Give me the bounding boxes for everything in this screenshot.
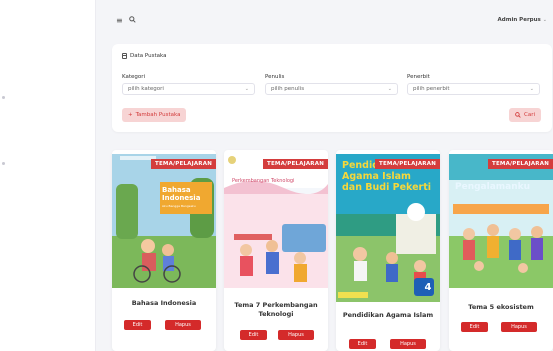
filter-kategori: Kategori pilih kategori ⌄ bbox=[122, 74, 255, 95]
category-badge: TEMA/PELAJARAN bbox=[263, 159, 328, 169]
book-title: Pendidikan Agama Islam bbox=[342, 311, 434, 319]
penerbit-select-value: pilih penerbit bbox=[413, 86, 450, 92]
cover-title: Bahasa Indonesia bbox=[162, 186, 201, 202]
penulis-select[interactable]: pilih penulis ⌄ bbox=[265, 83, 398, 95]
database-icon bbox=[122, 53, 127, 59]
book-card: Pengalamanku TEMA/PELAJARAN Tema 5 ekosi… bbox=[449, 150, 553, 351]
search-button-label: Cari bbox=[524, 112, 535, 118]
add-pustaka-button[interactable]: + Tambah Pustaka bbox=[122, 108, 187, 122]
hamburger-menu-icon[interactable]: ≡ bbox=[116, 16, 123, 26]
penerbit-select[interactable]: pilih penerbit ⌄ bbox=[407, 83, 540, 95]
search-icon bbox=[515, 112, 521, 118]
kategori-select[interactable]: pilih kategori ⌄ bbox=[122, 83, 255, 95]
filter-penulis: Penulis pilih penulis ⌄ bbox=[265, 74, 398, 95]
edit-button[interactable]: Edit bbox=[124, 320, 151, 330]
edit-button[interactable]: Edit bbox=[349, 339, 376, 349]
chevron-down-icon: ⌄ bbox=[529, 86, 534, 92]
chevron-down-icon: ⌄ bbox=[387, 86, 392, 92]
book-cover: Pengalamanku bbox=[449, 154, 553, 288]
cover-volume-number: 4 bbox=[424, 282, 432, 293]
delete-button[interactable]: Hapus bbox=[165, 320, 201, 330]
book-title: Tema 5 ekosistem bbox=[468, 303, 534, 311]
top-bar: ≡ Admin Perpus ⌄ bbox=[108, 14, 553, 34]
category-badge: TEMA/PELAJARAN bbox=[151, 159, 216, 169]
cover-subtitle: Aku Bangga Bangsaku bbox=[162, 204, 196, 208]
filter-label-penulis: Penulis bbox=[265, 74, 285, 80]
filter-penerbit: Penerbit pilih penerbit ⌄ bbox=[407, 74, 540, 95]
filter-label-penerbit: Penerbit bbox=[407, 74, 430, 80]
book-cover: Bahasa Indonesia Aku Bangga Bangsaku bbox=[112, 154, 216, 288]
admin-user-menu[interactable]: Admin Perpus ⌄ bbox=[498, 17, 547, 23]
filter-panel: Data Pustaka Kategori pilih kategori ⌄ P… bbox=[112, 44, 552, 132]
book-cover: Perkembangan Teknologi bbox=[224, 154, 328, 288]
edit-button[interactable]: Edit bbox=[240, 330, 267, 340]
delete-button[interactable]: Hapus bbox=[501, 322, 537, 332]
book-title: Tema 7 Perkembangan Teknologi bbox=[234, 301, 318, 318]
chevron-down-icon: ⌄ bbox=[542, 17, 547, 23]
filter-label-kategori: Kategori bbox=[122, 74, 146, 80]
book-card: Bahasa Indonesia Aku Bangga Bangsaku TEM… bbox=[112, 150, 216, 351]
chevron-down-icon: ⌄ bbox=[244, 86, 249, 92]
book-title: Bahasa Indonesia bbox=[131, 299, 197, 307]
sidebar-marker bbox=[2, 96, 5, 99]
cover-title: Pengalamanku bbox=[455, 182, 531, 192]
delete-button[interactable]: Hapus bbox=[390, 339, 426, 349]
book-card: Perkembangan Teknologi TEMA/PELAJARAN Te… bbox=[224, 150, 328, 351]
kategori-select-value: pilih kategori bbox=[128, 86, 164, 92]
delete-button[interactable]: Hapus bbox=[278, 330, 314, 340]
category-badge: TEMA/PELAJARAN bbox=[488, 159, 553, 169]
book-cover: Pendidikan Agama Islam dan Budi Pekerti … bbox=[336, 154, 440, 302]
category-badge: TEMA/PELAJARAN bbox=[375, 159, 440, 169]
sidebar bbox=[0, 0, 96, 351]
panel-title-text: Data Pustaka bbox=[130, 53, 167, 59]
panel-title: Data Pustaka bbox=[122, 53, 166, 59]
book-card: Pendidikan Agama Islam dan Budi Pekerti … bbox=[336, 150, 440, 351]
search-button[interactable]: Cari bbox=[509, 108, 541, 122]
add-pustaka-label: Tambah Pustaka bbox=[135, 112, 181, 118]
penulis-select-value: pilih penulis bbox=[271, 86, 305, 92]
plus-icon: + bbox=[128, 112, 133, 118]
admin-name: Admin Perpus bbox=[497, 17, 541, 23]
edit-button[interactable]: Edit bbox=[461, 322, 488, 332]
cover-title: Perkembangan Teknologi bbox=[232, 178, 295, 184]
search-icon[interactable] bbox=[129, 16, 136, 26]
sidebar-marker bbox=[2, 162, 5, 165]
